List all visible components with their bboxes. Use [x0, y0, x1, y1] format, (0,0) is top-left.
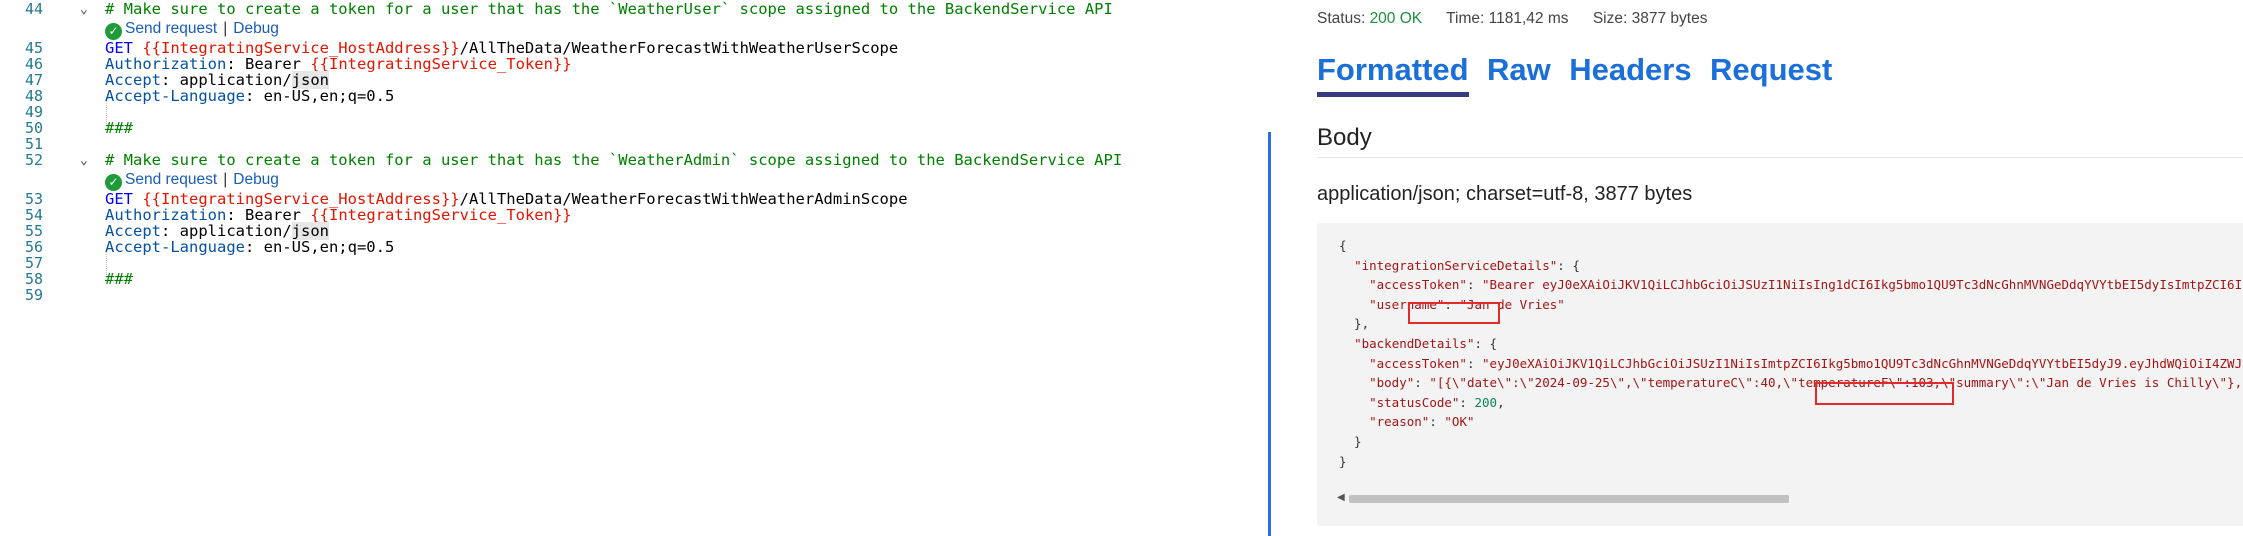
json-token: : [1466, 356, 1483, 371]
status-bar: Status: 200 OK Time: 1181,42 ms Size: 38… [1317, 10, 1727, 28]
content-type-label: application/json; charset=utf-8, 3877 by… [1317, 183, 1693, 205]
response-panel: Status: 200 OK Time: 1181,42 ms Size: 38… [1297, 0, 2243, 536]
tab-formatted[interactable]: Formatted [1317, 52, 1469, 97]
codelens-separator: | [223, 20, 228, 37]
fold-chevron-icon[interactable]: ⌄ [80, 0, 88, 21]
json-token: 200 [1474, 395, 1498, 410]
status-label: Status: [1317, 10, 1366, 27]
editor-scroll-indicator[interactable] [1268, 132, 1271, 536]
fold-chevron-icon[interactable]: ⌄ [80, 149, 88, 172]
json-line: "body": "[{\"date\":\"2024-09-25\",\"tem… [1339, 373, 2243, 392]
json-token: : [1466, 277, 1483, 292]
code-token: # Make sure to create a token for a user… [105, 0, 1113, 18]
json-token: "OK" [1444, 414, 1475, 429]
json-token: "accessToken" [1369, 277, 1467, 292]
debug-link[interactable]: Debug [233, 20, 279, 37]
json-token: "reason" [1369, 414, 1430, 429]
json-token: "backendDetails" [1354, 336, 1475, 351]
size-label: Size: [1592, 10, 1628, 27]
codelens-row: ✓ Send request | Debug [105, 18, 279, 40]
tab-headers[interactable]: Headers [1569, 52, 1691, 92]
response-tabs: Formatted Raw Headers Request [1317, 52, 1846, 97]
json-line: "statusCode": 200, [1339, 393, 1505, 412]
tab-raw[interactable]: Raw [1487, 52, 1551, 92]
json-line: } [1339, 452, 1347, 471]
json-token: "statusCode" [1369, 395, 1460, 410]
status-value: 200 OK [1369, 10, 1423, 27]
json-line: "accessToken": "eyJ0eXAiOiJKV1QiLCJhbGci… [1339, 354, 2243, 373]
time-label: Time: [1446, 10, 1485, 27]
code-token: # Make sure to create a token for a user… [105, 151, 1123, 169]
check-success-icon: ✓ [105, 174, 122, 191]
username-highlight-box [1408, 302, 1500, 324]
tab-request[interactable]: Request [1710, 52, 1832, 92]
debug-link[interactable]: Debug [233, 171, 279, 188]
json-line: } [1339, 432, 1362, 451]
send-request-link[interactable]: Send request [125, 20, 217, 37]
json-token: : { [1474, 336, 1498, 351]
json-body-viewer[interactable]: { "integrationServiceDetails": { "access… [1317, 223, 2243, 526]
json-token: } [1339, 434, 1362, 449]
body-heading: Body [1317, 124, 1372, 151]
json-line: { [1339, 236, 1347, 255]
check-success-icon: ✓ [105, 23, 122, 40]
json-token: "Bearer eyJ0eXAiOiJKV1QiLCJhbGciOiJSUzI1… [1482, 277, 2243, 292]
json-line: "accessToken": "Bearer eyJ0eXAiOiJKV1QiL… [1339, 275, 2243, 294]
json-token: : { [1557, 258, 1580, 273]
scroll-left-arrow-icon[interactable]: ◀ [1337, 491, 1345, 505]
json-token: "accessToken" [1369, 356, 1467, 371]
size-value: 3877 bytes [1631, 10, 1708, 27]
json-token: : [1459, 395, 1475, 410]
summary-highlight-box [1815, 382, 1954, 405]
json-token: "eyJ0eXAiOiJKV1QiLCJhbGciOiJSUzI1NiIsImt… [1482, 356, 2243, 371]
http-file-editor[interactable]: 44 ⌄ # Make sure to create a token for a u… [0, 0, 1275, 536]
codelens-separator: | [223, 171, 228, 188]
json-line: "integrationServiceDetails": { [1339, 256, 1580, 275]
time-value: 1181,42 ms [1488, 10, 1569, 27]
json-token: "body" [1369, 375, 1415, 390]
json-token: , [1497, 395, 1505, 410]
json-token: { [1339, 238, 1347, 253]
json-token: : [1414, 375, 1430, 390]
codelens-row: ✓ Send request | Debug [105, 169, 279, 191]
line-number: 52 [24, 151, 43, 169]
json-token: : [1429, 414, 1445, 429]
scrollbar-thumb[interactable] [1349, 495, 1789, 503]
horizontal-scrollbar[interactable]: ◀ [1337, 491, 2243, 505]
send-request-link[interactable]: Send request [125, 171, 217, 188]
json-line: }, [1339, 314, 1369, 333]
json-token: "integrationServiceDetails" [1354, 258, 1558, 273]
json-token: }, [1339, 316, 1370, 331]
code-line[interactable]: 59 [0, 284, 1275, 307]
divider [1317, 157, 2243, 158]
json-token: } [1339, 454, 1347, 469]
json-line: "backendDetails": { [1339, 334, 1497, 353]
line-number: 59 [24, 286, 43, 304]
json-line: "reason": "OK" [1339, 412, 1475, 431]
line-number: 44 [24, 0, 43, 18]
